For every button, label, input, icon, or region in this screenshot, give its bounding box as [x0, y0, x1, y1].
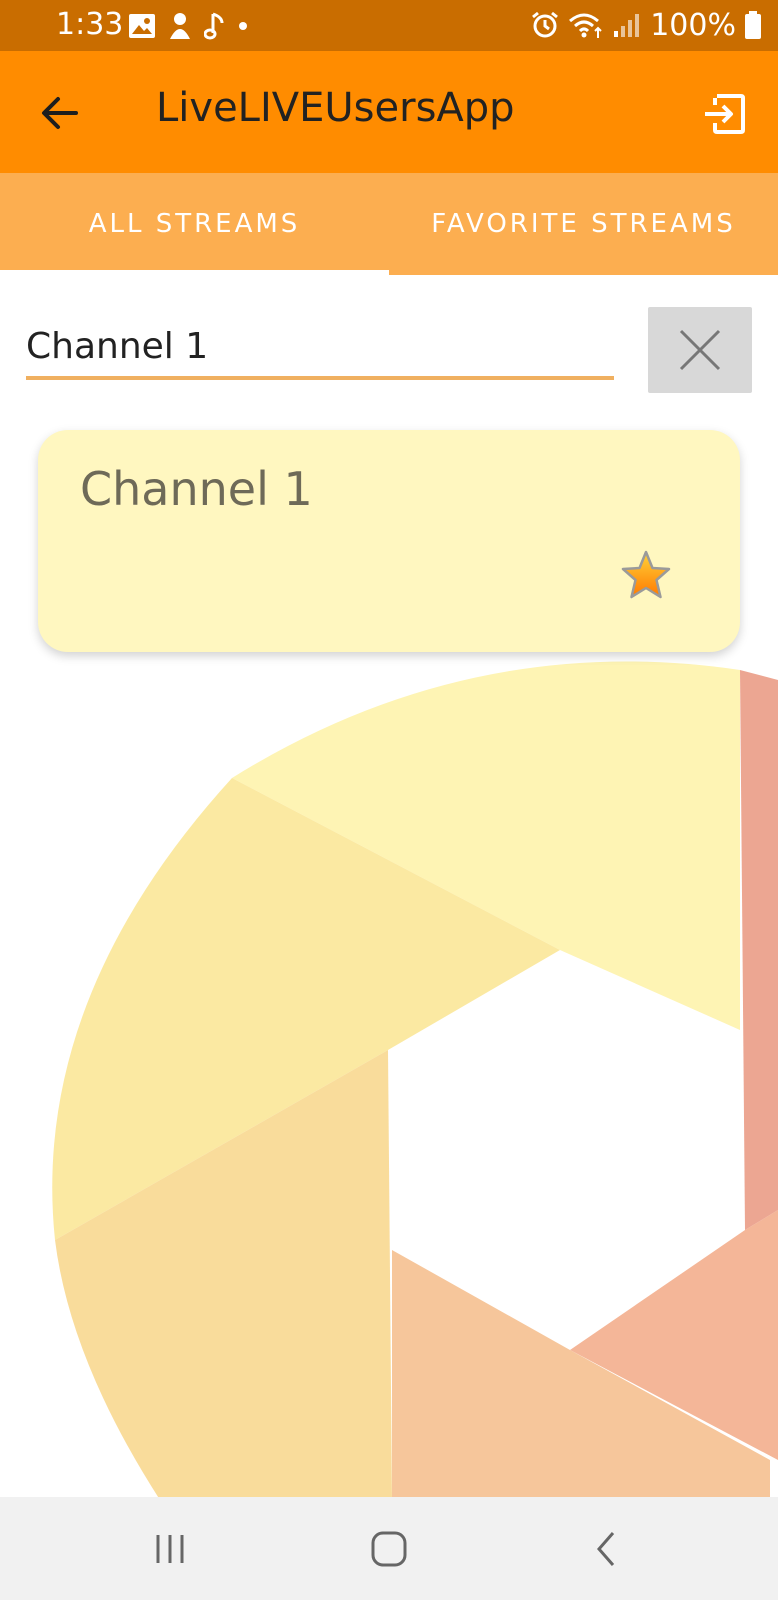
close-icon — [679, 329, 721, 371]
back-button[interactable] — [30, 85, 90, 141]
stream-card[interactable]: Channel 1 — [38, 430, 740, 652]
battery-percentage: 100% — [650, 7, 736, 43]
home-button[interactable] — [349, 1517, 429, 1581]
exit-button[interactable] — [696, 85, 754, 143]
clear-search-button[interactable] — [648, 307, 752, 393]
status-icons-right: 100% — [530, 7, 762, 43]
image-icon — [129, 14, 155, 38]
recents-icon — [156, 1535, 184, 1563]
tab-favorite-streams[interactable]: FAVORITE STREAMS — [389, 173, 778, 275]
selected-tab-indicator — [0, 270, 389, 275]
star-icon[interactable] — [618, 548, 674, 604]
search-input[interactable] — [26, 316, 614, 380]
tools-icon — [170, 13, 190, 39]
logo-segment-edge — [740, 670, 778, 1230]
status-bar: 1:33 100% — [0, 0, 778, 51]
tab-all-streams[interactable]: ALL STREAMS — [0, 173, 389, 275]
battery-icon — [745, 11, 761, 39]
dot-icon — [239, 22, 247, 30]
navigation-bar — [0, 1497, 778, 1600]
exit-icon — [705, 94, 745, 134]
music-note-icon — [204, 12, 224, 40]
arrow-left-icon — [42, 97, 78, 129]
app-bar: LiveLIVEUsersApp — [0, 51, 778, 173]
background-logo — [52, 661, 778, 1500]
recents-button[interactable] — [130, 1517, 210, 1581]
status-time: 1:33 — [56, 7, 124, 42]
wifi-icon — [569, 13, 602, 38]
app-title: LiveLIVEUsersApp — [156, 85, 515, 131]
home-icon — [371, 1531, 407, 1567]
nav-back-button[interactable] — [566, 1517, 646, 1581]
stream-name: Channel 1 — [80, 462, 313, 516]
tab-bar: ALL STREAMS FAVORITE STREAMS — [0, 173, 778, 275]
status-icons-left — [128, 9, 250, 43]
alarm-icon — [532, 11, 559, 38]
nav-back-icon — [597, 1532, 615, 1566]
signal-icon — [614, 14, 640, 37]
